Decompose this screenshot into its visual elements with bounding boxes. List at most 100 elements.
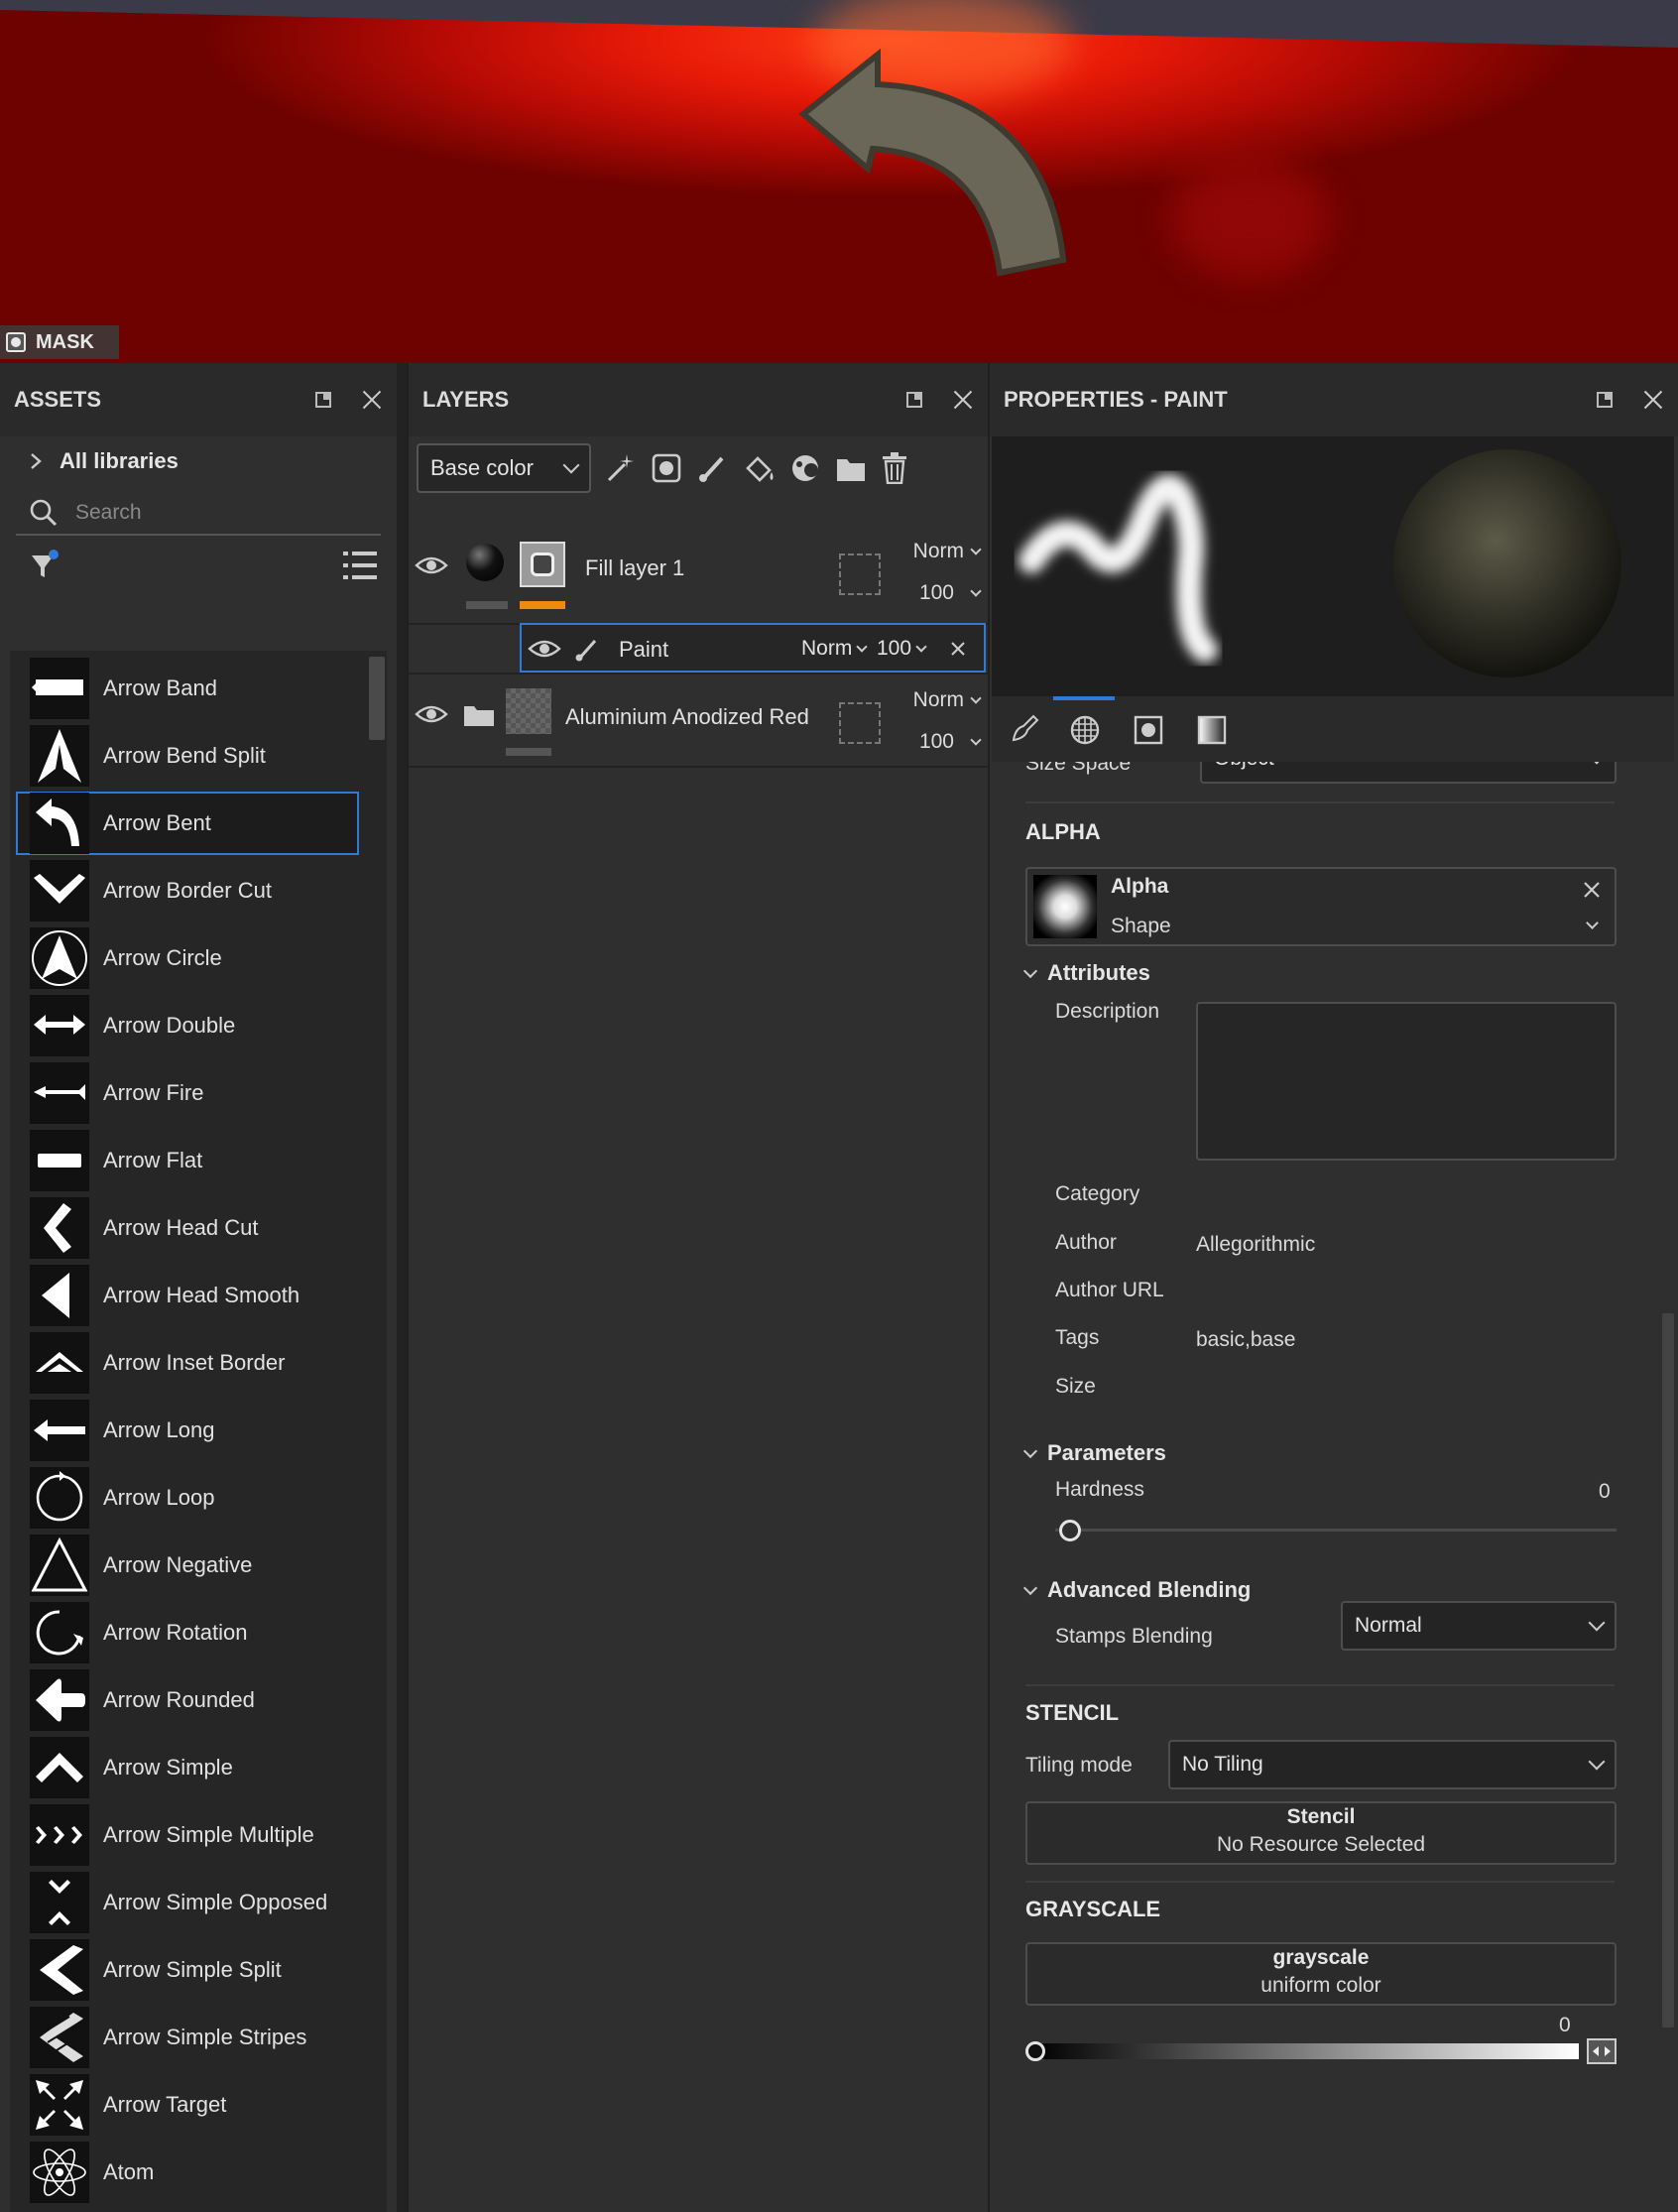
add-mask-icon[interactable]: [651, 452, 682, 484]
brush-preview: [992, 436, 1674, 696]
asset-item[interactable]: Arrow Rounded: [10, 1668, 359, 1732]
tags-label: Tags: [1055, 1326, 1100, 1349]
viewport-3d[interactable]: MASK: [0, 0, 1678, 363]
close-icon[interactable]: [361, 389, 383, 411]
asset-item[interactable]: Arrow Head Smooth: [10, 1264, 359, 1327]
asset-item[interactable]: Arrow Loop: [10, 1466, 359, 1530]
close-icon[interactable]: [952, 389, 974, 411]
author-url-label: Author URL: [1055, 1279, 1164, 1301]
delete-layer-icon[interactable]: [881, 452, 908, 484]
visibility-eye-icon[interactable]: [528, 637, 561, 661]
hardness-slider-handle[interactable]: [1059, 1520, 1081, 1541]
attributes-group-toggle[interactable]: Attributes: [1022, 960, 1150, 986]
properties-scrollbar[interactable]: [1662, 1313, 1674, 2028]
asset-item[interactable]: Arrow Flat: [10, 1129, 359, 1192]
layer-paint[interactable]: Paint Norm 100: [520, 623, 986, 673]
clear-resource-icon[interactable]: [1583, 881, 1601, 899]
stamps-blending-select[interactable]: Normal: [1341, 1601, 1617, 1651]
layer-fill-layer-1[interactable]: Fill layer 1 Norm 100: [409, 530, 988, 625]
asset-item[interactable]: Atom: [10, 2141, 359, 2204]
tab-brush[interactable]: [1010, 714, 1039, 744]
paint-brush-icon: [575, 640, 597, 662]
float-panel-icon[interactable]: [1597, 392, 1613, 408]
asset-search[interactable]: Search: [16, 492, 381, 536]
asset-item[interactable]: Arrow Fire: [10, 1061, 359, 1125]
advanced-blending-group-toggle[interactable]: Advanced Blending: [1022, 1577, 1251, 1603]
grayscale-slider-track[interactable]: [1031, 2043, 1579, 2059]
libraries-breadcrumb[interactable]: All libraries: [0, 436, 397, 486]
filter-icon[interactable]: [30, 550, 60, 581]
layer-mask-slot[interactable]: [839, 553, 881, 595]
add-folder-icon[interactable]: [835, 453, 867, 483]
blend-mode-value: Norm: [801, 637, 853, 660]
asset-item[interactable]: Arrow Head Cut: [10, 1196, 359, 1260]
tiling-mode-select[interactable]: No Tiling: [1168, 1740, 1617, 1789]
layers-header: LAYERS: [409, 363, 988, 436]
float-panel-icon[interactable]: [906, 392, 922, 408]
asset-item[interactable]: Arrow Simple Split: [10, 1938, 359, 2002]
visibility-eye-icon[interactable]: [415, 702, 448, 726]
asset-item[interactable]: Arrow Simple Opposed: [10, 1871, 359, 1934]
asset-item[interactable]: Arrow Double: [10, 994, 359, 1057]
stencil-resource-button[interactable]: Stencil No Resource Selected: [1025, 1801, 1617, 1865]
asset-item-label: Arrow Loop: [103, 1485, 215, 1510]
asset-list[interactable]: Arrow Band Arrow Bend Split Arrow Bent Arro…: [10, 651, 387, 2212]
opacity-field[interactable]: 100: [919, 581, 982, 605]
alpha-resource-picker[interactable]: Alpha Shape: [1025, 867, 1617, 946]
chevron-down-icon: [1022, 1580, 1038, 1596]
asset-item[interactable]: Arrow Border Cut: [10, 859, 359, 922]
add-fill-layer-icon[interactable]: [742, 452, 776, 484]
opacity-value: 100: [918, 730, 954, 753]
remove-layer-icon[interactable]: [950, 641, 966, 657]
asset-item[interactable]: Arrow Band: [10, 657, 359, 720]
grayscale-value: 0: [1559, 2014, 1571, 2036]
arrow-head-cut-icon: [30, 1197, 89, 1259]
asset-item[interactable]: Arrow Negative: [10, 1534, 359, 1597]
mask-badge[interactable]: MASK: [0, 325, 119, 359]
mask-thumbnail[interactable]: [520, 542, 565, 587]
asset-item[interactable]: Arrow Long: [10, 1399, 359, 1462]
tab-alpha[interactable]: [1069, 714, 1101, 746]
channel-select[interactable]: Base color: [417, 443, 591, 493]
close-icon[interactable]: [1642, 389, 1664, 411]
blend-mode-select[interactable]: Norm: [801, 637, 878, 661]
description-field[interactable]: [1196, 1002, 1617, 1161]
hardness-slider-track[interactable]: [1055, 1529, 1617, 1532]
asset-item[interactable]: Arrow Inset Border: [10, 1331, 359, 1395]
asset-item[interactable]: Arrow Simple: [10, 1736, 359, 1799]
chevron-down-icon[interactable]: [1586, 917, 1599, 929]
blend-mode-select[interactable]: Norm: [913, 688, 982, 712]
alpha-type: Shape: [1111, 915, 1171, 937]
asset-item[interactable]: Arrow Rotation: [10, 1601, 359, 1664]
alpha-thumbnail: [1033, 875, 1097, 938]
layer-mask-slot[interactable]: [839, 702, 881, 744]
asset-item[interactable]: Arrow Bend Split: [10, 724, 359, 788]
asset-item[interactable]: Arrow Bent: [16, 792, 359, 855]
blend-mode-select[interactable]: Norm: [913, 540, 982, 563]
tab-stencil[interactable]: [1133, 714, 1164, 746]
size-space-select[interactable]: Object: [1200, 762, 1617, 784]
visibility-eye-icon[interactable]: [415, 553, 448, 577]
layer-aluminium-anodized-red[interactable]: Aluminium Anodized Red Norm 100: [409, 673, 988, 768]
grayscale-resource-button[interactable]: grayscale uniform color: [1025, 1942, 1617, 2006]
asset-item[interactable]: Arrow Simple Multiple: [10, 1803, 359, 1867]
float-panel-icon[interactable]: [315, 392, 331, 408]
add-smart-material-icon[interactable]: [789, 452, 821, 484]
chevron-down-icon: [1588, 1614, 1606, 1632]
asset-item[interactable]: Arrow Circle: [10, 926, 359, 990]
opacity-field[interactable]: 100: [918, 730, 982, 754]
properties-tabs: [992, 696, 1674, 762]
arrow-long-icon: [30, 1400, 89, 1461]
parameters-group-toggle[interactable]: Parameters: [1022, 1440, 1166, 1466]
list-view-icon[interactable]: [343, 550, 377, 581]
tab-material[interactable]: [1196, 714, 1228, 746]
add-paint-layer-icon[interactable]: [696, 452, 728, 484]
opacity-field[interactable]: 100: [877, 637, 937, 661]
folder-icon: [464, 706, 494, 726]
asset-item[interactable]: Arrow Simple Stripes: [10, 2006, 359, 2069]
grayscale-slider-handle[interactable]: [1025, 2041, 1045, 2061]
asset-list-scrollbar[interactable]: [369, 657, 385, 740]
add-effect-icon[interactable]: [605, 452, 637, 484]
asset-item[interactable]: Arrow Target: [10, 2073, 359, 2137]
color-picker-icon[interactable]: [1587, 2038, 1617, 2064]
